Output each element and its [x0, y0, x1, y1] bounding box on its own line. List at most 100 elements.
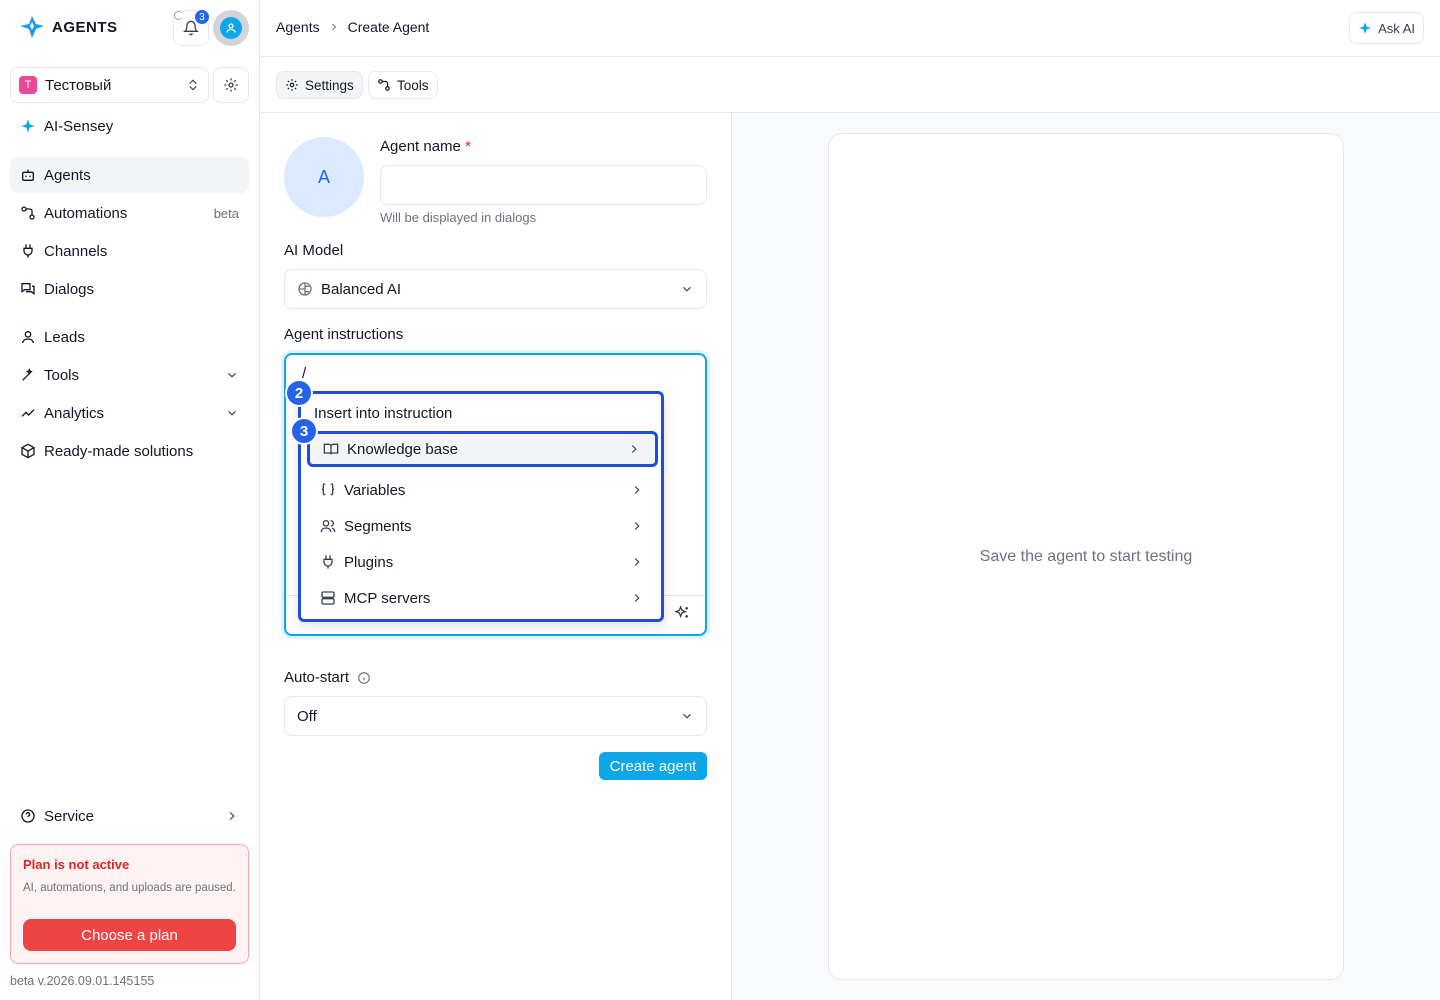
chevron-right-icon [331, 23, 336, 31]
ask-ai-button[interactable]: Ask AI [1349, 12, 1424, 44]
workflow-icon [21, 206, 35, 220]
brain-icon [298, 282, 312, 296]
sidebar-item-label: Leads [44, 328, 85, 346]
top-header: Agents Create Agent Ask AI [260, 0, 1440, 57]
workspace-select[interactable]: T Тестовый [10, 67, 209, 103]
autostart-value: Off [297, 707, 317, 725]
tab-tools[interactable]: Tools [368, 71, 438, 99]
chevron-down-icon [228, 372, 236, 378]
sparkle-icon [1359, 22, 1371, 34]
loading-spinner-icon [174, 11, 183, 20]
ai-sparkles-icon[interactable] [674, 605, 690, 621]
menu-item-variables[interactable]: Variables [307, 472, 658, 508]
agent-instructions-label: Agent instructions [284, 326, 404, 343]
menu-item-plugins[interactable]: Plugins [307, 544, 658, 580]
plug-icon [23, 244, 33, 258]
annotation-marker-3: 3 [290, 417, 318, 445]
chevron-right-icon [634, 522, 640, 530]
sidebar-item-label: Ready-made solutions [44, 442, 194, 460]
user-icon [226, 23, 236, 33]
logo-star-icon [20, 16, 44, 38]
sidebar-item-label: Tools [44, 366, 80, 384]
sidebar-item-agents[interactable]: Agents [10, 157, 249, 193]
sidebar-item-dialogs[interactable]: Dialogs [10, 271, 249, 307]
menu-item-label: Variables [344, 481, 406, 499]
autostart-select[interactable]: Off [284, 696, 707, 736]
sidebar-item-leads[interactable]: Leads [10, 319, 249, 355]
sidebar-item-channels[interactable]: Channels [10, 233, 249, 269]
menu-item-label: Knowledge base [347, 440, 458, 458]
required-mark: * [465, 138, 471, 155]
agent-name-input[interactable] [380, 165, 707, 205]
version-label: beta v.2026.09.01.145155 [10, 974, 155, 988]
tab-label: Tools [397, 77, 429, 93]
user-avatar-button[interactable] [213, 10, 249, 46]
chevron-right-icon [634, 594, 640, 602]
chart-icon [21, 409, 35, 417]
messages-icon [21, 283, 35, 295]
chevron-right-icon [631, 445, 637, 453]
autostart-label: Auto-start [284, 669, 371, 686]
sidebar-item-label: Automations [44, 204, 128, 222]
workspace-settings-button[interactable] [213, 67, 249, 103]
app-logo[interactable]: AGENTS [18, 14, 118, 40]
menu-item-segments[interactable]: Segments [307, 508, 658, 544]
agent-name-hint: Will be displayed in dialogs [380, 210, 537, 225]
menu-item-label: Plugins [344, 553, 394, 571]
workspace-badge: T [19, 76, 37, 94]
menu-item-mcp-servers[interactable]: MCP servers [307, 580, 658, 616]
plan-title: Plan is not active [23, 857, 130, 872]
box-icon [21, 443, 35, 459]
chevron-right-icon [634, 558, 640, 566]
menu-item-label: MCP servers [344, 589, 431, 607]
menu-item-knowledge-base[interactable]: Knowledge base [307, 431, 658, 467]
workflow-icon [378, 79, 390, 91]
sidebar-item-label: Agents [44, 166, 91, 184]
tab-settings[interactable]: Settings [276, 71, 363, 99]
server-icon [321, 591, 335, 605]
wand-icon [22, 368, 33, 381]
sidebar-item-label: Dialogs [44, 280, 95, 298]
info-icon[interactable] [357, 671, 371, 685]
sidebar-item-ai-sensey[interactable]: AI-Sensey [10, 108, 249, 144]
sidebar: AGENTS 3 T Тестовый AI-Sensey Agents Aut… [0, 0, 260, 1000]
ai-model-select[interactable]: Balanced AI [284, 269, 707, 309]
breadcrumb-agents-link[interactable]: Agents [276, 19, 320, 35]
sidebar-item-analytics[interactable]: Analytics [10, 395, 249, 431]
menu-title: Insert into instruction [314, 405, 453, 422]
gear-icon [286, 79, 298, 91]
autostart-label-text: Auto-start [284, 669, 350, 686]
choose-plan-button[interactable]: Choose a plan [23, 919, 236, 951]
test-chat-preview: Save the agent to start testing [828, 133, 1344, 980]
ai-model-label: AI Model [284, 242, 344, 259]
sidebar-item-ready-made-solutions[interactable]: Ready-made solutions [10, 433, 249, 469]
plan-inactive-card: Plan is not active AI, automations, and … [10, 844, 249, 964]
sidebar-item-service[interactable]: Service [10, 798, 249, 834]
breadcrumb-current: Create Agent [347, 19, 430, 35]
chevron-down-icon [228, 410, 236, 416]
tab-label: Settings [305, 77, 354, 93]
user-icon [22, 331, 34, 344]
users-icon [320, 520, 336, 533]
sparkle-icon [21, 119, 35, 133]
logo-text: AGENTS [52, 18, 118, 36]
sidebar-item-automations[interactable]: Automations beta [10, 195, 249, 231]
plan-description: AI, automations, and uploads are paused. [23, 882, 236, 894]
preview-empty-text: Save the agent to start testing [979, 548, 1193, 565]
sidebar-item-tools[interactable]: Tools [10, 357, 249, 393]
breadcrumb: Agents Create Agent [276, 19, 429, 35]
insert-into-instruction-menu: Insert into instruction Knowledge base V… [298, 391, 664, 622]
notifications-count-badge: 3 [194, 9, 210, 25]
agent-avatar[interactable]: A [284, 137, 364, 217]
sidebar-item-label: Service [44, 807, 95, 825]
plug-icon [323, 555, 333, 569]
chevron-down-icon [683, 713, 691, 719]
chevron-down-icon [683, 286, 691, 292]
bot-icon [22, 169, 34, 181]
preview-area: Save the agent to start testing [732, 113, 1440, 1000]
chevron-right-icon [634, 486, 640, 494]
beta-badge: beta [213, 205, 239, 221]
create-agent-button[interactable]: Create agent [599, 752, 707, 780]
sidebar-item-label: Channels [44, 242, 108, 260]
workspace-name: Тестовый [45, 76, 112, 94]
